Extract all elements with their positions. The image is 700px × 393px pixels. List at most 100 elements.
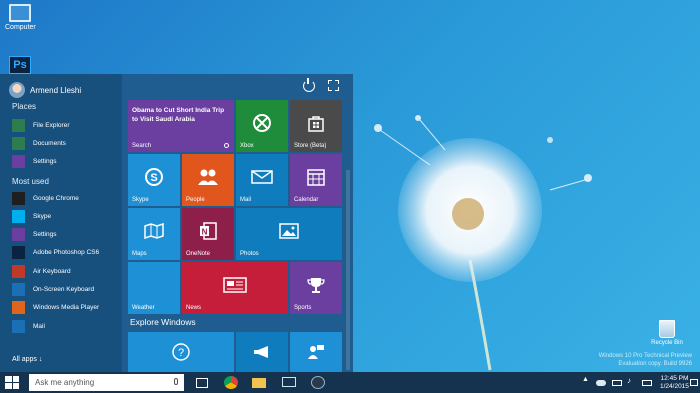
tile-skype[interactable]: S Skype	[128, 154, 180, 206]
tile-label-xbox: Xbox	[240, 143, 254, 149]
svg-text:S: S	[150, 172, 157, 184]
store-icon	[308, 116, 324, 132]
user-account[interactable]: Armend Lleshi	[9, 80, 81, 100]
volume-icon[interactable]: ♪	[627, 376, 637, 385]
clock[interactable]: 12:45 PM 1/24/2015	[660, 375, 689, 391]
tile-feedback[interactable]	[290, 332, 342, 372]
start-menu-item-label: On-Screen Keyboard	[33, 286, 95, 293]
search-box[interactable]: Ask me anything	[29, 374, 184, 391]
tile-label-sports: Sports	[294, 305, 312, 311]
microphone-icon[interactable]	[174, 378, 178, 385]
tile-people[interactable]: People	[182, 154, 234, 206]
start-menu-item[interactable]: Settings	[12, 227, 57, 243]
start-menu-item[interactable]: Windows Media Player	[12, 300, 99, 316]
tile-weather[interactable]: Weather	[128, 262, 180, 314]
recycle-bin-label: Recycle Bin	[651, 340, 683, 346]
clock-date: 1/24/2015	[660, 383, 689, 390]
watermark-line-2: Evaluation copy. Build 9926	[618, 361, 692, 367]
avatar	[9, 82, 25, 98]
start-menu-item[interactable]: Mail	[12, 318, 45, 334]
tile-announce[interactable]	[236, 332, 288, 372]
start-menu-item-label: Air Keyboard	[33, 267, 71, 275]
air-keyboard-icon	[12, 264, 25, 278]
tile-news-search[interactable]: Obama to Cut Short India Trip to Visit S…	[128, 100, 234, 152]
start-menu-item[interactable]: Documents	[12, 135, 66, 151]
tile-label-maps: Maps	[132, 251, 147, 257]
dandelion-wallpaper	[374, 115, 592, 371]
monitor-icon	[9, 4, 31, 22]
tile-label-skype: Skype	[132, 197, 149, 203]
start-scrollbar[interactable]	[346, 170, 350, 370]
clock-time: 12:45 PM	[660, 375, 689, 382]
media-player-icon	[12, 301, 25, 315]
chevron-up-icon[interactable]: ▲	[582, 376, 592, 385]
expand-icon[interactable]	[328, 80, 339, 91]
start-menu-item-label: Documents	[33, 139, 66, 147]
start-left-pane: Armend Lleshi Places File Explorer Docume…	[0, 74, 122, 372]
recycle-bin-icon	[659, 320, 675, 338]
svg-text:N: N	[202, 227, 208, 236]
start-menu-item[interactable]: Air Keyboard	[12, 263, 71, 279]
desktop-photoshop-icon[interactable]: Ps	[5, 56, 35, 76]
start-menu-item-label: Adobe Photoshop CS6	[33, 249, 100, 257]
tile-label-onenote: OneNote	[186, 251, 211, 257]
start-menu-item-label: Settings	[33, 158, 57, 166]
onenote-icon: N	[200, 222, 217, 240]
desktop-computer-icon[interactable]: Computer	[5, 4, 36, 31]
windows-watermark: Windows 10 Pro Technical Preview Evaluat…	[599, 352, 692, 368]
maps-icon	[144, 222, 164, 239]
tile-mail[interactable]: Mail	[236, 154, 288, 206]
task-view-icon[interactable]	[196, 378, 208, 388]
start-menu-item-label: File Explorer	[33, 121, 70, 129]
start-menu-item[interactable]: Skype	[12, 208, 51, 224]
battery-icon[interactable]	[612, 380, 622, 386]
search-placeholder: Ask me anything	[35, 378, 95, 387]
folder-icon	[12, 118, 25, 132]
news-headline: Obama to Cut Short India Trip to Visit S…	[132, 107, 225, 123]
settings-icon	[12, 155, 25, 169]
tile-onenote[interactable]: N OneNote	[182, 208, 234, 260]
tile-store[interactable]: Store (Beta)	[290, 100, 342, 152]
photos-icon	[279, 223, 299, 239]
network-icon[interactable]	[282, 377, 296, 387]
tile-calendar[interactable]: Calendar	[290, 154, 342, 206]
photoshop-icon	[12, 246, 25, 260]
chrome-icon[interactable]	[224, 376, 238, 389]
start-menu-item[interactable]: File Explorer	[12, 117, 69, 133]
tile-label-people: People	[186, 197, 205, 203]
keyboard-icon[interactable]	[642, 380, 652, 386]
mail-icon	[12, 319, 25, 333]
all-apps-button[interactable]: All apps ↓	[12, 356, 42, 363]
tile-sports[interactable]: Sports	[290, 262, 342, 314]
start-menu-item-label: Skype	[33, 212, 52, 220]
cloud-icon	[596, 380, 606, 386]
start-menu-item-label: Mail	[33, 322, 45, 330]
tile-photos[interactable]: Photos	[236, 208, 342, 260]
tile-label-news: News	[186, 305, 202, 311]
start-menu-item-label: Google Chrome	[33, 194, 79, 202]
tile-get-started[interactable]: ?	[128, 332, 234, 372]
start-menu-item[interactable]: Adobe Photoshop CS6	[12, 245, 99, 261]
start-menu-item[interactable]: On-Screen Keyboard	[12, 282, 94, 298]
tile-label-weather: Weather	[132, 305, 155, 311]
file-explorer-icon[interactable]	[252, 378, 266, 388]
tile-label-search: Search	[132, 143, 152, 149]
tile-maps[interactable]: Maps	[128, 208, 180, 260]
photoshop-icon: Ps	[9, 56, 31, 74]
start-button[interactable]	[5, 376, 19, 389]
start-menu-item-label: Windows Media Player	[33, 304, 100, 312]
start-menu: Armend Lleshi Places File Explorer Docume…	[0, 74, 353, 372]
skype-icon	[12, 209, 25, 223]
start-menu-item[interactable]: Google Chrome	[12, 190, 79, 206]
search-icon	[224, 143, 229, 148]
tile-news[interactable]: News	[182, 262, 288, 314]
keyboard-icon	[12, 283, 25, 296]
recycle-bin[interactable]: Recycle Bin	[650, 320, 684, 346]
notifications-icon[interactable]	[690, 379, 698, 386]
news-icon	[223, 277, 247, 293]
power-icon[interactable]	[303, 78, 315, 92]
start-menu-item[interactable]: Settings	[12, 154, 57, 170]
tile-xbox[interactable]: Xbox	[236, 100, 288, 152]
mail-icon	[251, 170, 273, 184]
app-icon[interactable]	[311, 376, 325, 389]
